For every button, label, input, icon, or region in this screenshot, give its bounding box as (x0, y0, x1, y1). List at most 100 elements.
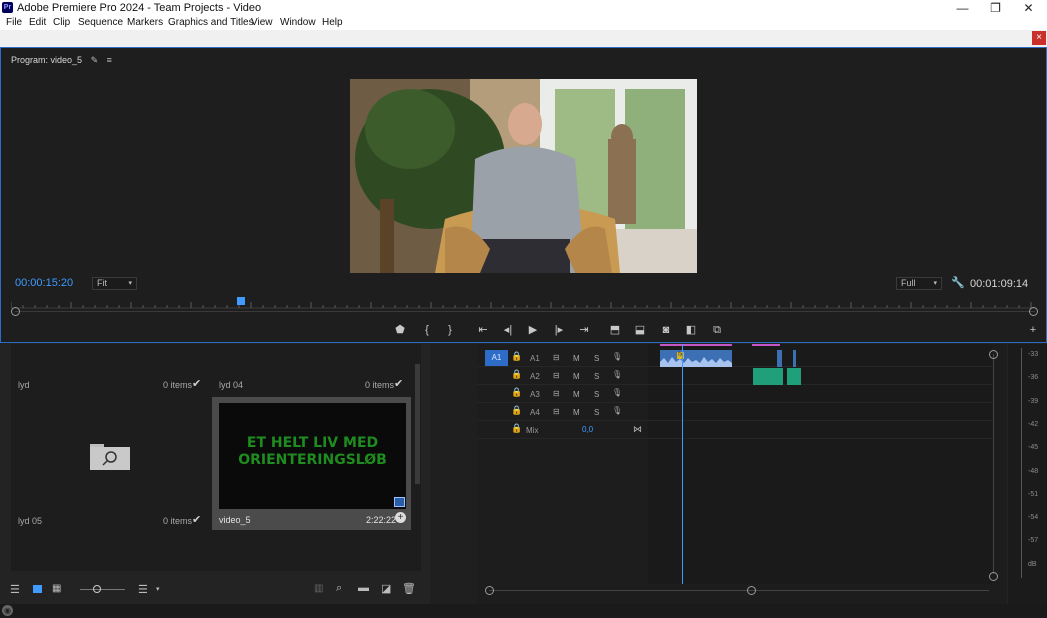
mix-track-row: 🔒 Mix 0,0 ⋈ (477, 421, 992, 439)
comparison-view-icon[interactable]: ◧ (684, 323, 698, 337)
audio-clip-a1[interactable] (660, 350, 732, 367)
menu-view[interactable]: View (251, 17, 273, 29)
menu-help[interactable]: Help (322, 17, 343, 29)
list-view-icon[interactable]: ☰ (10, 583, 20, 596)
source-target-toggle[interactable]: A1 (485, 350, 508, 366)
step-forward-icon[interactable]: |▸ (552, 323, 566, 337)
sync-lock-icon[interactable]: ⊟ (553, 389, 560, 398)
menu-clip[interactable]: Clip (53, 17, 70, 29)
bin-name[interactable]: lyd 04 (219, 380, 243, 390)
pencil-icon[interactable]: ✎ (91, 55, 99, 65)
work-area-bar[interactable] (660, 344, 732, 346)
minimize-button[interactable]: — (946, 0, 979, 16)
automate-to-sequence-icon[interactable]: ▥ (314, 583, 323, 594)
play-icon[interactable]: ▶ (526, 323, 540, 337)
scroll-handle-left[interactable] (11, 307, 20, 316)
new-item-icon[interactable]: ◪ (381, 582, 391, 595)
trash-icon[interactable]: 🗑 (402, 582, 416, 595)
hscroll-handle-right[interactable] (747, 586, 756, 595)
extract-icon[interactable]: ⬓ (633, 323, 647, 337)
hscroll-handle-left[interactable] (485, 586, 494, 595)
lift-icon[interactable]: ⬒ (608, 323, 622, 337)
menu-markers[interactable]: Markers (127, 17, 163, 29)
scroll-handle-bottom[interactable] (989, 572, 998, 581)
thumbnail-size-slider[interactable] (80, 589, 125, 590)
microphone-icon[interactable]: 🎙 (612, 370, 622, 379)
mute-button[interactable]: M (573, 408, 580, 417)
mute-button[interactable]: M (573, 372, 580, 381)
resolution-dropdown[interactable]: Full ▾ (896, 277, 942, 290)
proxy-toggle-icon[interactable]: ⧉ (710, 323, 724, 337)
solo-button[interactable]: S (594, 390, 599, 399)
lock-icon[interactable]: 🔒 (511, 369, 522, 380)
zoom-dropdown[interactable]: Fit ▾ (92, 277, 137, 290)
mix-toggle-icon[interactable]: ⋈ (633, 424, 642, 435)
solo-button[interactable]: S (594, 354, 599, 363)
horizontal-scrollbar[interactable] (489, 590, 989, 591)
add-marker-icon[interactable]: ⬟ (393, 323, 407, 337)
slider-handle[interactable] (93, 585, 101, 593)
sync-lock-icon[interactable]: ⊟ (553, 371, 560, 380)
chevron-down-icon[interactable]: ▾ (156, 585, 160, 593)
program-playhead[interactable] (236, 297, 245, 305)
wrench-icon[interactable]: 🔧 (951, 276, 965, 289)
menu-graphics-and-titles[interactable]: Graphics and Titles (168, 17, 254, 29)
sync-lock-icon[interactable]: ⊟ (553, 353, 560, 362)
work-area-bar-2[interactable] (752, 344, 780, 346)
clip-thumbnail-card[interactable]: ET HELT LIV MED ORIENTERINGSLØB video_5 … (212, 397, 411, 530)
sync-lock-icon[interactable]: ⊟ (553, 407, 560, 416)
menu-edit[interactable]: Edit (29, 17, 46, 29)
menu-sequence[interactable]: Sequence (78, 17, 123, 29)
microphone-icon[interactable]: 🎙 (612, 352, 622, 361)
icon-view-icon[interactable] (33, 585, 42, 593)
audio-clip-small[interactable] (793, 350, 796, 367)
find-icon[interactable]: ⌕ (336, 582, 342, 595)
mute-button[interactable]: M (573, 354, 580, 363)
current-timecode[interactable]: 00:00:15:20 (15, 277, 73, 289)
lock-icon[interactable]: 🔒 (511, 387, 522, 398)
menu-file[interactable]: File (6, 17, 22, 29)
add-button-icon[interactable]: + (1026, 323, 1040, 337)
zoom-scrollbar[interactable] (15, 311, 1035, 312)
new-bin-icon[interactable]: ▬ (358, 582, 369, 594)
solo-button[interactable]: S (594, 408, 599, 417)
freeform-view-icon[interactable]: ▦ (52, 583, 61, 594)
audio-clip-a2[interactable] (787, 368, 801, 385)
maximize-button[interactable]: ❐ (979, 0, 1012, 16)
close-panel-button[interactable]: × (1032, 31, 1046, 45)
mark-out-icon[interactable]: } (443, 323, 457, 337)
clip-duration: 2:22:22 (366, 515, 397, 525)
microphone-icon[interactable]: 🎙 (612, 388, 622, 397)
panel-menu-icon[interactable]: ≡ (107, 55, 112, 65)
add-clip-icon[interactable]: + (395, 512, 406, 523)
audio-clip-small[interactable] (777, 350, 782, 367)
close-button[interactable]: ✕ (1012, 0, 1045, 16)
bin-name[interactable]: lyd (18, 380, 30, 390)
menu-window[interactable]: Window (280, 17, 316, 29)
lock-icon[interactable]: 🔒 (511, 423, 522, 434)
scroll-handle-top[interactable] (989, 350, 998, 359)
vertical-scrollbar[interactable] (993, 354, 994, 574)
folder-search-icon[interactable] (90, 442, 130, 470)
status-icon[interactable]: ◉ (2, 605, 13, 616)
go-to-out-icon[interactable]: ⇥ (577, 323, 591, 337)
go-to-in-icon[interactable]: ⇤ (476, 323, 490, 337)
bin-scrollbar[interactable] (415, 364, 420, 484)
scroll-handle-right[interactable] (1029, 307, 1038, 316)
solo-button[interactable]: S (594, 372, 599, 381)
audio-meter: -33 -36 -39 -42 -45 -48 -51 -54 -57 dB (1008, 344, 1047, 604)
microphone-icon[interactable]: 🎙 (612, 406, 622, 415)
mix-value[interactable]: 0,0 (582, 425, 593, 434)
chevron-down-icon: ▾ (933, 280, 937, 287)
sort-icon[interactable]: ☰ (138, 583, 148, 596)
camera-icon[interactable]: ◙ (659, 323, 673, 337)
mute-button[interactable]: M (573, 390, 580, 399)
mark-in-icon[interactable]: { (420, 323, 434, 337)
time-ruler[interactable] (10, 296, 1036, 309)
lock-icon[interactable]: 🔒 (511, 351, 522, 362)
timeline-playhead[interactable] (682, 344, 683, 584)
lock-icon[interactable]: 🔒 (511, 405, 522, 416)
bin-name[interactable]: lyd 05 (18, 516, 42, 526)
step-back-icon[interactable]: ◂| (501, 323, 515, 337)
audio-clip-a2[interactable] (753, 368, 783, 385)
